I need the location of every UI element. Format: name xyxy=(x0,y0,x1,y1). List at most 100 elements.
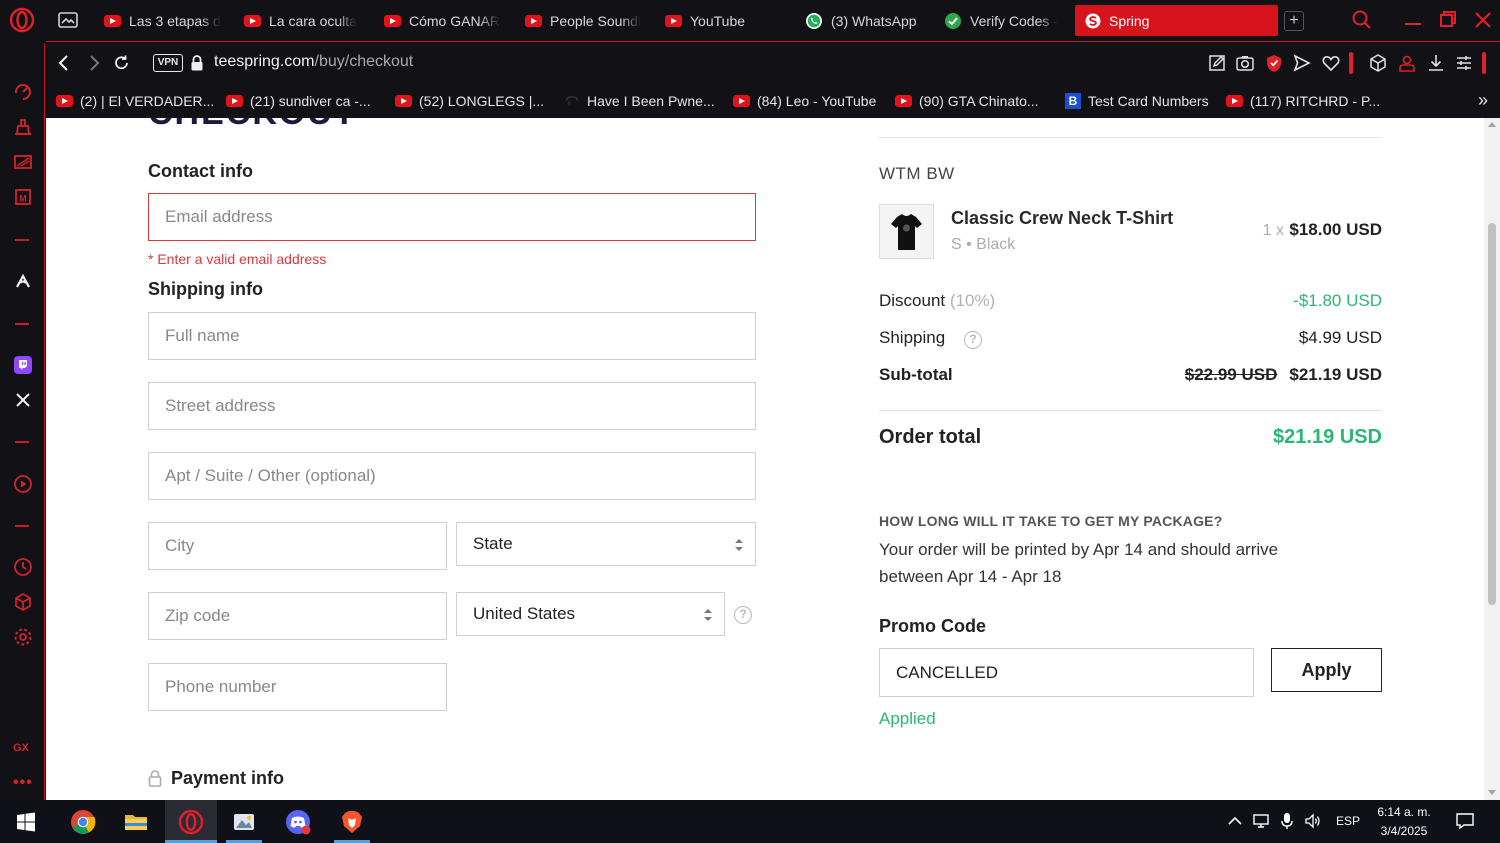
opera-gx-taskbar-button[interactable] xyxy=(165,800,217,843)
product-price: $18.00 USD xyxy=(1289,220,1382,239)
sidebar-more-button[interactable]: ••• xyxy=(13,774,33,792)
chrome-taskbar-button[interactable] xyxy=(57,800,109,843)
snapshot-icon[interactable] xyxy=(58,11,78,29)
notification-center-icon[interactable] xyxy=(1455,811,1475,831)
full-name-field[interactable]: Full name xyxy=(148,312,756,360)
discount-label-text: Discount xyxy=(879,291,946,310)
discord-taskbar-button[interactable] xyxy=(272,800,324,843)
tab-youtube-2[interactable]: La cara oculta xyxy=(238,5,366,36)
divider xyxy=(879,137,1382,138)
taskbar-clock[interactable]: 6:14 a. m. 3/4/2025 xyxy=(1372,803,1436,841)
gx-label[interactable]: GX xyxy=(13,742,29,754)
tab-spring-active[interactable]: Spring xyxy=(1075,5,1278,36)
windows-start-icon[interactable] xyxy=(16,812,36,832)
country-select[interactable]: United States xyxy=(456,592,725,636)
tab-youtube-5[interactable]: YouTube xyxy=(659,5,787,36)
scrollbar-thumb[interactable] xyxy=(1488,223,1496,605)
youtube-icon xyxy=(384,14,401,27)
bookmark-item[interactable]: (2) | El VERDADER... xyxy=(56,90,214,112)
minimize-icon[interactable] xyxy=(1399,6,1427,34)
opera-sidebar: M GX ••• xyxy=(0,41,45,800)
opera-gx-icon xyxy=(178,809,204,835)
file-explorer-taskbar-button[interactable] xyxy=(110,800,162,843)
adblock-shield-icon[interactable] xyxy=(1264,53,1284,73)
country-help-icon[interactable]: ? xyxy=(734,606,752,624)
folder-icon xyxy=(125,815,147,830)
tab-youtube-3[interactable]: Cómo GANAR xyxy=(378,5,506,36)
extensions-icon[interactable] xyxy=(1368,53,1388,73)
scroll-up-arrow-icon[interactable] xyxy=(1488,122,1496,127)
shop-name[interactable]: WTM BW xyxy=(879,164,955,184)
input-language[interactable]: ESP xyxy=(1336,814,1360,828)
show-hidden-icons-chevron-icon[interactable] xyxy=(1226,812,1244,830)
send-flow-icon[interactable] xyxy=(1292,53,1312,73)
tab-youtube-1[interactable]: Las 3 etapas d xyxy=(98,5,226,36)
gx-control-icon[interactable] xyxy=(12,81,34,103)
twitch-icon[interactable] xyxy=(12,354,34,376)
gx-corner-icon[interactable] xyxy=(12,151,34,173)
new-tab-button[interactable]: + xyxy=(1284,11,1304,31)
scroll-down-arrow-icon[interactable] xyxy=(1488,790,1496,795)
bookmarks-overflow-button[interactable]: » xyxy=(1478,90,1488,111)
subtotal-value: $21.19 USD xyxy=(1289,365,1382,384)
discount-label: Discount (10%) xyxy=(879,291,995,311)
shipping-help-icon[interactable]: ? xyxy=(964,331,982,349)
close-icon[interactable] xyxy=(1469,6,1497,34)
extensions-cube-icon[interactable] xyxy=(12,591,34,613)
zip-code-field[interactable]: Zip code xyxy=(148,592,447,640)
tab-whatsapp[interactable]: (3) WhatsApp xyxy=(799,5,931,36)
back-arrow-icon[interactable] xyxy=(54,53,74,73)
bookmark-item[interactable]: Have I Been Pwne... xyxy=(564,90,715,112)
vpn-badge[interactable]: VPN xyxy=(153,54,183,72)
search-tabs-icon[interactable] xyxy=(1348,6,1376,34)
settings-gear-icon[interactable] xyxy=(12,626,34,648)
bookmark-item[interactable]: (52) LONGLEGS |... xyxy=(395,90,544,112)
download-icon[interactable] xyxy=(1426,53,1446,73)
phone-number-field[interactable]: Phone number xyxy=(148,663,447,711)
lock-icon[interactable] xyxy=(190,54,204,72)
arc-app-icon[interactable] xyxy=(12,271,34,293)
promo-code-input[interactable]: CANCELLED xyxy=(879,648,1254,697)
easy-setup-menu-icon[interactable] xyxy=(1454,53,1474,73)
gx-cleaner-icon[interactable] xyxy=(12,116,34,138)
network-icon[interactable] xyxy=(1252,812,1270,830)
reload-icon[interactable] xyxy=(112,53,132,73)
tab-youtube-4[interactable]: People Soundi xyxy=(519,5,647,36)
volume-icon[interactable] xyxy=(1304,812,1322,830)
tshirt-icon xyxy=(891,214,922,250)
apply-promo-button[interactable]: Apply xyxy=(1271,648,1382,692)
microphone-icon[interactable] xyxy=(1278,812,1296,830)
bookmark-item[interactable]: B Test Card Numbers xyxy=(1065,90,1209,112)
country-select-value: United States xyxy=(473,604,576,623)
url-field[interactable]: teespring.com/buy/checkout xyxy=(214,53,413,71)
tab-verify-codes[interactable]: Verify Codes - xyxy=(938,5,1066,36)
edit-pencil-icon[interactable] xyxy=(1207,53,1227,73)
restore-icon[interactable] xyxy=(1434,6,1462,34)
bookmark-item[interactable]: (90) GTA Chinato... xyxy=(895,90,1039,112)
bookmark-label: Test Card Numbers xyxy=(1088,93,1209,109)
state-select[interactable]: State xyxy=(456,522,756,566)
brave-taskbar-button[interactable] xyxy=(326,800,378,843)
bookmark-item[interactable]: (21) sundiver ca -... xyxy=(226,90,371,112)
apt-suite-field[interactable]: Apt / Suite / Other (optional) xyxy=(148,452,756,500)
history-icon[interactable] xyxy=(12,556,34,578)
bookmark-heart-icon[interactable] xyxy=(1321,53,1341,73)
subtotal-old-price: $22.99 USD xyxy=(1184,365,1278,384)
payment-info-heading: Payment info xyxy=(171,768,285,788)
profile-icon[interactable] xyxy=(1397,53,1417,73)
bookmark-item[interactable]: (117) RITCHRD - P... xyxy=(1226,90,1380,112)
city-field[interactable]: City xyxy=(148,522,447,570)
street-address-field[interactable]: Street address xyxy=(148,382,756,430)
bookmark-item[interactable]: (84) Leo - YouTube xyxy=(733,90,876,112)
email-field[interactable]: Email address xyxy=(148,193,756,241)
player-icon[interactable] xyxy=(12,473,34,495)
forward-arrow-icon[interactable] xyxy=(84,53,104,73)
gx-mods-icon[interactable]: M xyxy=(12,186,34,208)
image-app-taskbar-button[interactable] xyxy=(218,800,270,843)
page-scrollbar[interactable] xyxy=(1484,118,1500,800)
youtube-icon xyxy=(1226,95,1243,107)
opera-gx-logo-icon[interactable] xyxy=(8,6,36,34)
x-twitter-icon[interactable] xyxy=(12,389,34,411)
youtube-icon xyxy=(56,95,73,107)
camera-icon[interactable] xyxy=(1235,53,1255,73)
